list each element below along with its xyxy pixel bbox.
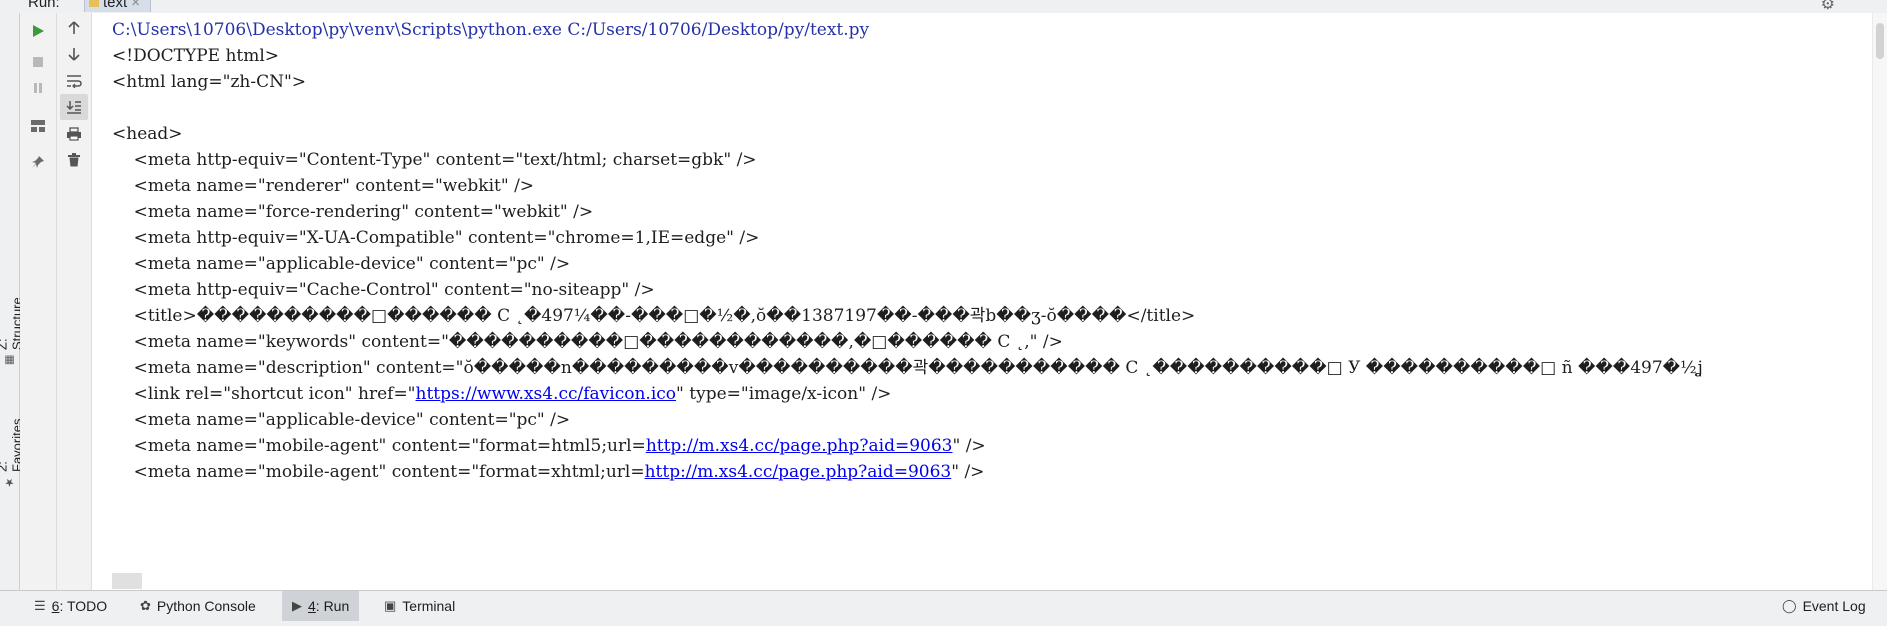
console-line: <meta http-equiv="Content-Type" content=… xyxy=(112,150,757,170)
console-line-text: <link rel="shortcut icon" href=" xyxy=(112,384,416,404)
run-label: : Run xyxy=(315,598,350,614)
console-line: <meta name="force-rendering" content="we… xyxy=(112,202,594,222)
bottom-tool-bar: ☰ 6: TODO ✿ Python Console ▶ 4: Run ▣ Termin… xyxy=(0,590,1887,626)
run-tab[interactable]: ▶ 4: Run xyxy=(282,591,360,621)
console-line: <meta http-equiv="Cache-Control" content… xyxy=(112,280,655,300)
console-line: <meta http-equiv="X-UA-Compatible" conte… xyxy=(112,228,760,248)
console-line: <meta name="mobile-agent" content="forma… xyxy=(112,459,985,485)
close-icon[interactable]: × xyxy=(131,0,140,11)
arrow-down-icon[interactable] xyxy=(60,41,88,67)
mobile-agent-link[interactable]: http://m.xs4.cc/page.php?aid=9063 xyxy=(646,436,953,456)
pause-icon[interactable] xyxy=(24,75,52,101)
console-actions-toolbar xyxy=(57,13,92,590)
console-line-text: <meta name="mobile-agent" content="forma… xyxy=(112,462,645,482)
run-label: Run: xyxy=(28,0,60,11)
console-line: <meta name="applicable-device" content="… xyxy=(112,254,571,274)
pin-icon[interactable] xyxy=(24,149,52,175)
stop-icon[interactable] xyxy=(24,49,52,75)
caret-indicator xyxy=(112,573,142,589)
todo-mnemonic: 6 xyxy=(51,598,60,614)
run-tab-text[interactable]: text × xyxy=(84,0,151,12)
soft-wrap-icon[interactable] xyxy=(60,68,88,94)
scrollbar-thumb[interactable] xyxy=(1876,23,1884,59)
console-command-line: C:\Users\10706\Desktop\py\venv\Scripts\p… xyxy=(112,20,870,40)
structure-tool-tab[interactable]: ▦ Z: Structure xyxy=(0,295,25,367)
console-line: <meta name="applicable-device" content="… xyxy=(112,410,571,430)
structure-icon: ▦ xyxy=(4,354,16,367)
trash-icon[interactable] xyxy=(60,147,88,173)
console-line-text: <meta name="mobile-agent" content="forma… xyxy=(112,436,646,456)
todo-label: : TODO xyxy=(59,598,108,614)
play-icon[interactable] xyxy=(24,18,52,44)
console-output[interactable]: C:\Users\10706\Desktop\py\venv\Scripts\p… xyxy=(92,13,1872,590)
console-line: <meta name="keywords" content="���������… xyxy=(112,332,1063,352)
terminal-label: Terminal xyxy=(402,598,456,614)
layout-icon[interactable] xyxy=(24,113,52,139)
event-log-tab[interactable]: ◯ Event Log xyxy=(1772,591,1876,621)
python-console-label: Python Console xyxy=(156,598,256,614)
favicon-link[interactable]: https://www.xs4.cc/favicon.ico xyxy=(416,384,677,404)
terminal-tab[interactable]: ▣ Terminal xyxy=(374,591,465,621)
console-line: <html lang="zh-CN"> xyxy=(112,72,307,92)
left-tool-strip: ▦ Z: Structure ★ 2: Favorites xyxy=(0,13,25,590)
console-line: <head> xyxy=(112,124,183,144)
scroll-to-end-icon[interactable] xyxy=(60,94,88,120)
console-line-text: " type="image/x-icon" /> xyxy=(676,384,892,404)
arrow-up-icon[interactable] xyxy=(60,15,88,41)
run-mnemonic: 4 xyxy=(308,598,316,614)
python-console-tab[interactable]: ✿ Python Console xyxy=(130,591,266,621)
gear-icon[interactable]: ⚙ xyxy=(1821,0,1835,13)
favorites-tool-tab[interactable]: ★ 2: Favorites xyxy=(0,409,25,489)
run-tab-label: text xyxy=(103,0,128,11)
todo-tab[interactable]: ☰ 6: TODO xyxy=(24,591,117,621)
console-line: <meta name="mobile-agent" content="forma… xyxy=(112,433,986,459)
terminal-icon: ▣ xyxy=(384,598,397,613)
console-line: <link rel="shortcut icon" href="https://… xyxy=(112,381,892,407)
console-line: <title>����������□������ C ˛�497¼��-���□… xyxy=(112,306,1196,326)
speech-bubble-icon: ◯ xyxy=(1782,598,1797,613)
star-icon: ★ xyxy=(4,476,16,489)
play-icon: ▶ xyxy=(292,598,302,613)
vertical-scrollbar[interactable] xyxy=(1872,13,1887,590)
python-file-icon xyxy=(89,0,99,7)
list-icon: ☰ xyxy=(34,598,46,613)
console-line: <meta name="description" content="ŏ�����… xyxy=(112,358,1703,378)
event-log-label: Event Log xyxy=(1802,598,1866,614)
run-tool-window-header: Run: text × ⚙ xyxy=(0,0,1887,14)
console-line: <meta name="renderer" content="webkit" /… xyxy=(112,176,535,196)
mobile-agent-link[interactable]: http://m.xs4.cc/page.php?aid=9063 xyxy=(645,462,952,482)
console-line-text: " /> xyxy=(951,462,985,482)
console-line: <!DOCTYPE html> xyxy=(112,46,280,66)
run-controls-toolbar xyxy=(20,13,57,590)
print-icon[interactable] xyxy=(60,121,88,147)
python-icon: ✿ xyxy=(140,598,151,613)
console-line-text: " /> xyxy=(952,436,986,456)
